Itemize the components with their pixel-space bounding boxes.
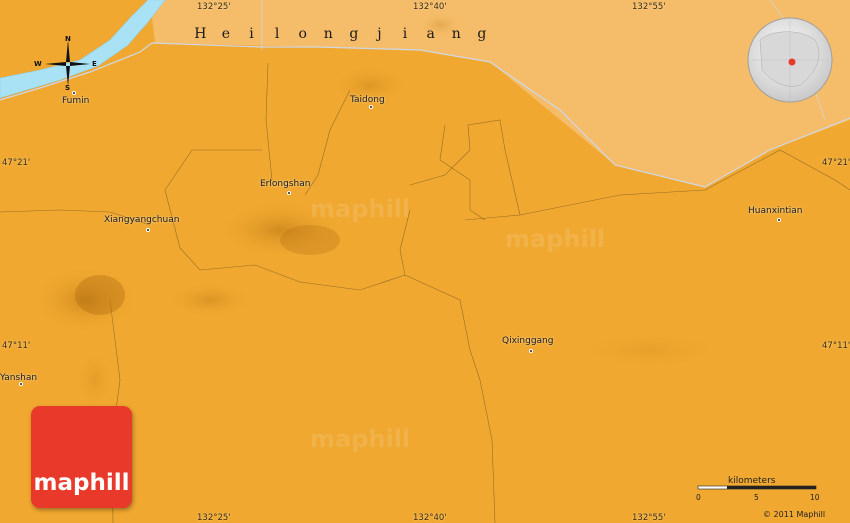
latitude-label: 47°11' [2, 341, 31, 351]
longitude-label: 132°55' [632, 2, 666, 12]
region-label-letter: j [377, 26, 383, 42]
scale-tick: 10 [810, 493, 820, 502]
region-label-letter: H [194, 26, 208, 42]
city-marker [20, 383, 22, 385]
brand-text: maphill [33, 470, 130, 496]
region-label-letter: e [221, 26, 232, 42]
longitude-label: 132°40' [413, 513, 447, 523]
watermark: maphill [310, 195, 411, 223]
latitude-label: 47°21' [2, 158, 31, 168]
compass-s: S [65, 84, 71, 92]
compass-w: W [34, 60, 42, 68]
locator-globe [747, 17, 833, 103]
region-label-letter: g [349, 26, 360, 42]
region-label-letter: n [451, 26, 462, 42]
watermark: maphill [505, 225, 606, 253]
region-label-letter: l [274, 26, 281, 42]
copyright-notice: © 2011 Maphill [763, 510, 826, 519]
watermark: maphill [310, 425, 411, 453]
region-label-letter: n [323, 26, 334, 42]
scale-tick: 5 [754, 493, 759, 502]
longitude-label: 132°25' [197, 513, 231, 523]
city-label-yanshan[interactable]: Yanshan [0, 373, 37, 383]
compass-e: E [92, 60, 97, 68]
city-label-qixinggang[interactable]: Qixinggang [502, 336, 553, 346]
longitude-label: 132°40' [413, 2, 447, 12]
city-label-erlongshan[interactable]: Erlongshan [260, 179, 310, 189]
city-marker [288, 192, 290, 194]
city-label-taidong[interactable]: Taidong [350, 95, 385, 105]
longitude-label: 132°25' [197, 2, 231, 12]
maphill-logo[interactable]: maphill [31, 406, 132, 508]
region-label: Heilongjiang [188, 26, 495, 42]
region-label-letter: a [426, 26, 436, 42]
city-label-fumin[interactable]: Fumin [62, 96, 89, 106]
city-marker [778, 219, 780, 221]
latitude-label: 47°21' [822, 158, 850, 168]
region-label-letter: g [477, 26, 488, 42]
latitude-label: 47°11' [822, 341, 850, 351]
city-marker [73, 92, 75, 94]
region-label-letter: i [249, 26, 255, 42]
longitude-label: 132°55' [632, 513, 666, 523]
city-marker [370, 106, 372, 108]
map-canvas[interactable]: maphill maphill maphill Heilongjiang 132… [0, 0, 850, 523]
city-marker [147, 229, 149, 231]
scale-title: kilometers [728, 476, 776, 486]
region-label-letter: i [402, 26, 409, 42]
city-label-xiangyangchuan[interactable]: Xiangyangchuan [104, 215, 179, 225]
region-label-letter: o [298, 26, 308, 42]
city-label-huanxintian[interactable]: Huanxintian [748, 206, 802, 216]
city-marker [530, 350, 532, 352]
compass-n: N [65, 35, 71, 43]
scale-tick: 0 [696, 493, 701, 502]
scale-bar [697, 485, 817, 490]
